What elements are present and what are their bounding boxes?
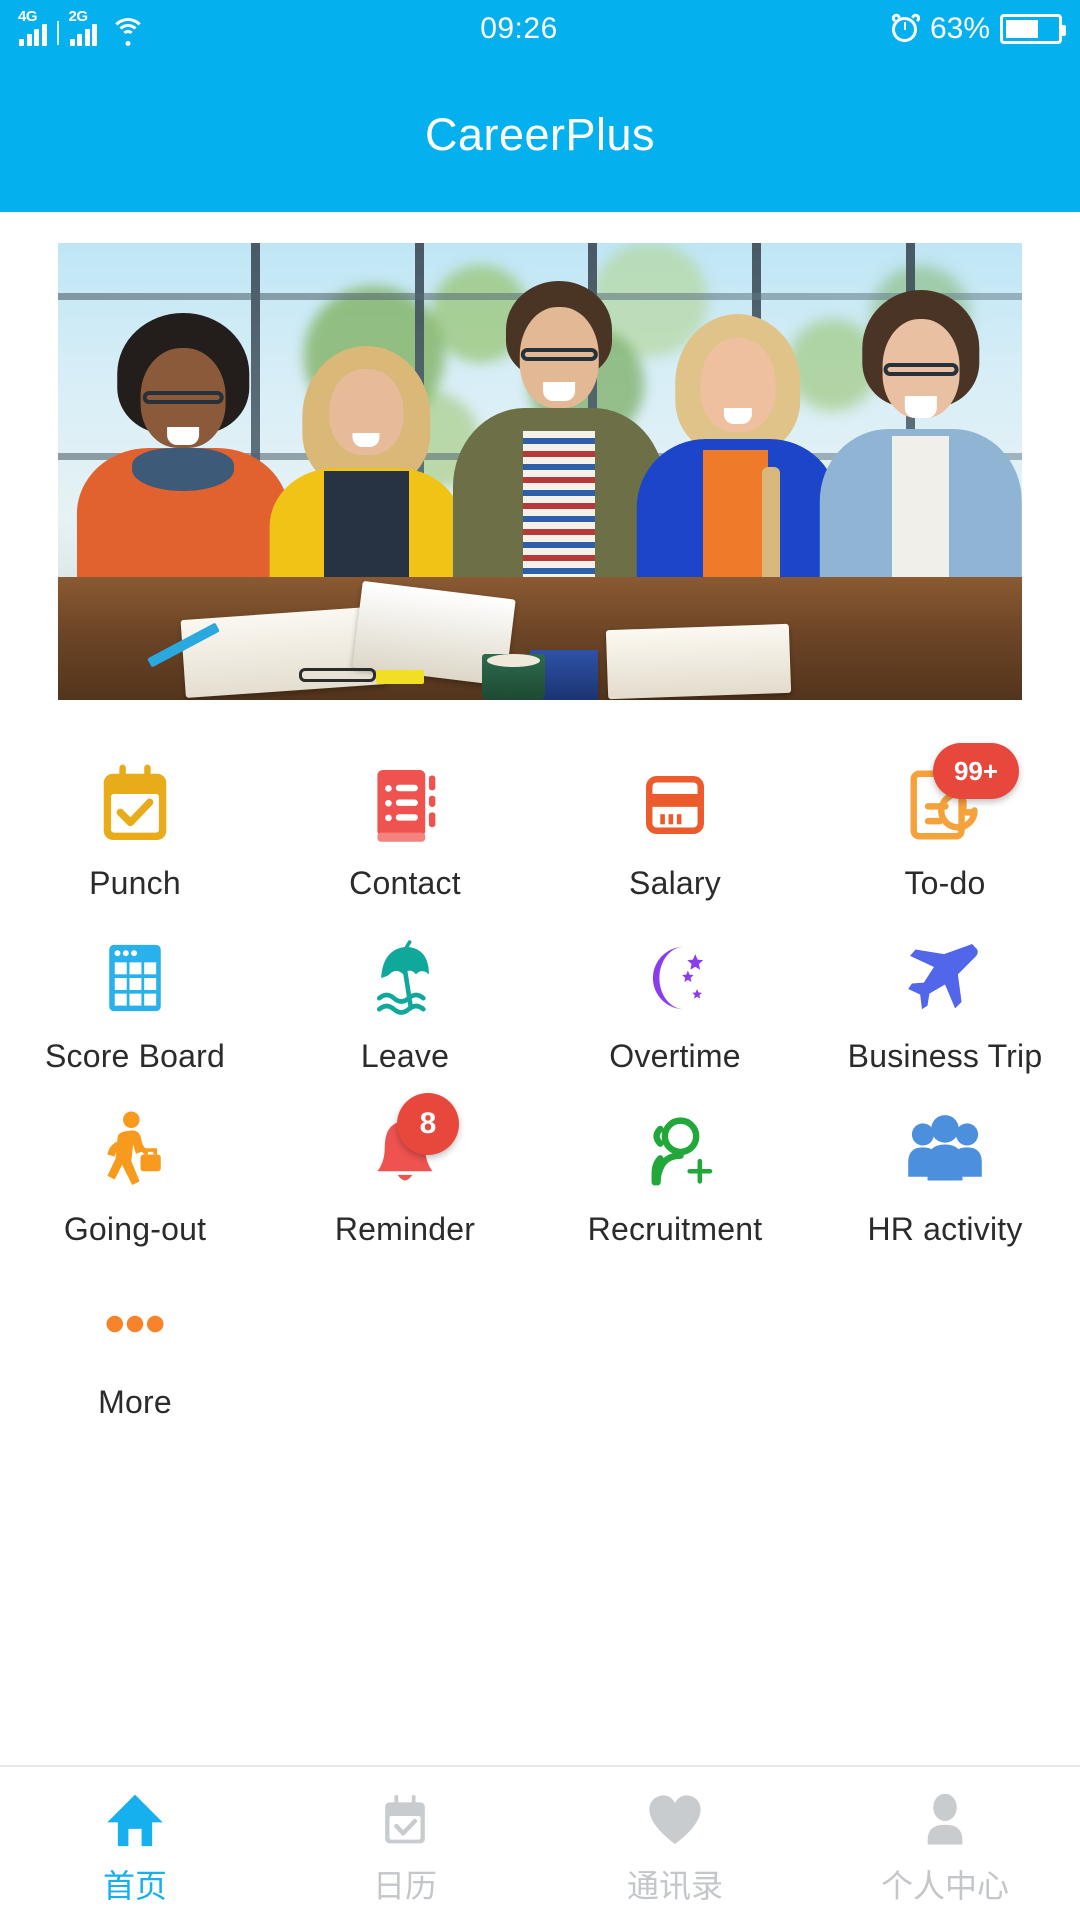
grid-item-label: To-do xyxy=(904,865,986,901)
grid-item-label: Contact xyxy=(349,865,461,901)
grid-item-label: Score Board xyxy=(44,1038,226,1074)
grid-item-recruitment[interactable]: Recruitment xyxy=(540,1091,810,1264)
grid-item-label: Overtime xyxy=(609,1038,741,1074)
grid-item-leave[interactable]: Leave xyxy=(270,918,540,1091)
person-add-icon xyxy=(623,1099,727,1203)
calendar-check-icon xyxy=(83,753,187,857)
grid-item-overtime[interactable]: Overtime xyxy=(540,918,810,1091)
grid-item-hr-activity[interactable]: HR activity xyxy=(810,1091,1080,1264)
airplane-icon xyxy=(893,926,997,1030)
status-bar-clock: 09:26 xyxy=(480,12,558,45)
grid-item-label: Going-out xyxy=(63,1211,207,1247)
tab-label: 首页 xyxy=(102,1867,167,1904)
grid-item-going-out[interactable]: Going-out xyxy=(0,1091,270,1264)
home-icon xyxy=(100,1787,170,1855)
person-icon xyxy=(910,1787,980,1855)
tab-label: 个人中心 xyxy=(880,1867,1009,1904)
tab-label: 通讯录 xyxy=(626,1867,723,1904)
todo-badge: 99+ xyxy=(933,743,1019,799)
tab-profile[interactable]: 个人中心 xyxy=(810,1767,1080,1920)
walking-person-icon xyxy=(83,1099,187,1203)
page-title: CareerPlus xyxy=(424,109,656,160)
grid-item-more[interactable]: More xyxy=(0,1264,270,1437)
address-book-icon xyxy=(353,753,457,857)
network-type-2-label: 2G xyxy=(68,8,89,25)
grid-item-label: Leave xyxy=(360,1038,450,1074)
reminder-badge: 8 xyxy=(397,1093,459,1155)
feature-grid: Punch Contact Salary 99+ To-do Score Boa… xyxy=(0,743,1080,1437)
network-type-1-label: 4G xyxy=(18,8,38,25)
ellipsis-icon xyxy=(83,1272,187,1376)
grid-item-reminder[interactable]: 8 Reminder xyxy=(270,1091,540,1264)
grid-item-salary[interactable]: Salary xyxy=(540,745,810,918)
status-bar-right: 63% xyxy=(890,11,1066,46)
grid-item-label: HR activity xyxy=(867,1211,1023,1247)
grid-item-empty xyxy=(810,1264,1080,1437)
grid-item-score-board[interactable]: Score Board xyxy=(0,918,270,1091)
grid-item-contact[interactable]: Contact xyxy=(270,745,540,918)
people-group-icon xyxy=(893,1099,997,1203)
bell-icon: 8 xyxy=(353,1093,459,1203)
grid-item-todo[interactable]: 99+ To-do xyxy=(810,743,1080,918)
tab-label: 日历 xyxy=(372,1867,437,1904)
grid-item-label: More xyxy=(98,1384,172,1420)
wifi-icon xyxy=(110,16,146,46)
status-bar-left: 4G 2G xyxy=(18,8,146,46)
hero-banner-image xyxy=(58,243,1022,700)
grid-item-business-trip[interactable]: Business Trip xyxy=(810,918,1080,1091)
signal-2g-icon: 2G xyxy=(68,8,97,46)
tab-home[interactable]: 首页 xyxy=(0,1767,270,1920)
calendar-icon xyxy=(370,1787,440,1855)
heart-icon xyxy=(640,1787,710,1855)
grid-item-empty xyxy=(540,1264,810,1437)
hero-banner[interactable] xyxy=(58,243,1022,700)
beach-umbrella-icon xyxy=(353,926,457,1030)
table-grid-icon xyxy=(83,926,187,1030)
battery-icon xyxy=(1000,14,1066,44)
grid-item-empty xyxy=(270,1264,540,1437)
grid-item-label: Business Trip xyxy=(847,1038,1043,1074)
tab-calendar[interactable]: 日历 xyxy=(270,1767,540,1920)
grid-item-label: Punch xyxy=(89,865,181,901)
payment-card-icon xyxy=(623,753,727,857)
battery-percent-label: 63% xyxy=(929,12,990,45)
app-header: CareerPlus xyxy=(0,58,1080,212)
status-bar: 4G 2G 09:26 63% xyxy=(0,0,1080,58)
moon-stars-icon xyxy=(623,926,727,1030)
grid-item-punch[interactable]: Punch xyxy=(0,745,270,918)
grid-item-label: Recruitment xyxy=(587,1211,763,1247)
signal-divider xyxy=(56,21,59,45)
alarm-clock-icon xyxy=(890,11,922,43)
tab-contacts[interactable]: 通讯录 xyxy=(540,1767,810,1920)
bottom-navigation: 首页 日历 通讯录 个人中心 xyxy=(0,1765,1080,1920)
signal-4g-icon: 4G xyxy=(18,8,47,46)
grid-item-label: Salary xyxy=(629,865,721,901)
todo-clock-icon: 99+ xyxy=(893,743,1019,857)
grid-item-label: Reminder xyxy=(334,1211,476,1247)
